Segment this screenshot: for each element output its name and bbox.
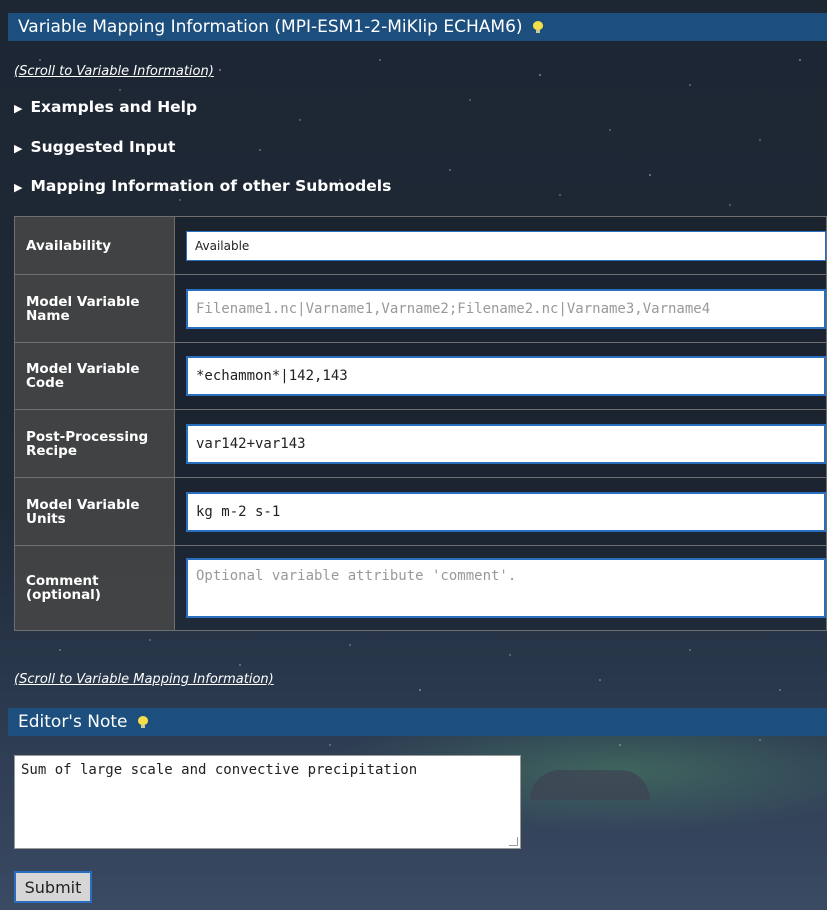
model-variable-units-input[interactable]: kg m-2 s-1 <box>186 491 826 532</box>
availability-select[interactable]: Available <box>186 230 826 261</box>
comment-textarea[interactable]: Optional variable attribute 'comment'. <box>186 558 826 618</box>
editors-note-text: Sum of large scale and convective precip… <box>21 762 418 778</box>
row-label: Model Variable Code <box>14 342 175 410</box>
scroll-to-variable-mapping-link[interactable]: (Scroll to Variable Mapping Information) <box>14 672 274 687</box>
row-label: Availability <box>14 216 175 275</box>
resize-handle-icon[interactable] <box>509 837 518 846</box>
editors-note-header: Editor's Note <box>8 708 827 736</box>
summary-examples-and-help[interactable]: ▶ Examples and Help <box>14 98 197 116</box>
table-row: Post-Processing Recipe var142+var143 <box>14 409 827 478</box>
variable-mapping-header: Variable Mapping Information (MPI-ESM1-2… <box>8 13 827 41</box>
summary-suggested-input[interactable]: ▶ Suggested Input <box>14 138 175 156</box>
summary-label: Examples and Help <box>30 98 198 116</box>
summary-label: Suggested Input <box>30 138 176 156</box>
editors-note-title: Editor's Note <box>18 712 128 732</box>
table-row: Model Variable Units kg m-2 s-1 <box>14 477 827 546</box>
summary-other-submodels[interactable]: ▶ Mapping Information of other Submodels <box>14 177 391 195</box>
table-row: Model Variable Code *echammon*|142,143 <box>14 342 827 410</box>
lightbulb-icon[interactable] <box>532 21 543 33</box>
post-processing-recipe-input[interactable]: var142+var143 <box>186 423 826 464</box>
lightbulb-icon[interactable] <box>137 716 148 728</box>
submit-button[interactable]: Submit <box>14 871 92 903</box>
summary-label: Mapping Information of other Submodels <box>30 177 392 195</box>
row-label: Post-Processing Recipe <box>14 409 175 478</box>
row-label: Comment (optional) <box>14 545 175 631</box>
row-label: Model Variable Name <box>14 274 175 343</box>
header-title: Variable Mapping Information (MPI-ESM1-2… <box>18 17 523 37</box>
editors-note-textarea[interactable]: Sum of large scale and convective precip… <box>14 755 521 849</box>
scroll-to-variable-information-link[interactable]: (Scroll to Variable Information) <box>14 64 214 79</box>
mapping-table: Availability Available Model Variable Na… <box>14 216 827 631</box>
model-variable-name-input[interactable]: Filename1.nc|Varname1,Varname2;Filename2… <box>186 288 826 329</box>
triangle-right-icon: ▶ <box>14 181 23 194</box>
triangle-right-icon: ▶ <box>14 102 23 115</box>
model-variable-code-input[interactable]: *echammon*|142,143 <box>186 356 826 396</box>
table-row: Comment (optional) Optional variable att… <box>14 545 827 631</box>
row-label: Model Variable Units <box>14 477 175 546</box>
table-row: Model Variable Name Filename1.nc|Varname… <box>14 274 827 343</box>
table-row: Availability Available <box>14 216 827 275</box>
station-silhouette <box>530 770 650 800</box>
triangle-right-icon: ▶ <box>14 142 23 155</box>
